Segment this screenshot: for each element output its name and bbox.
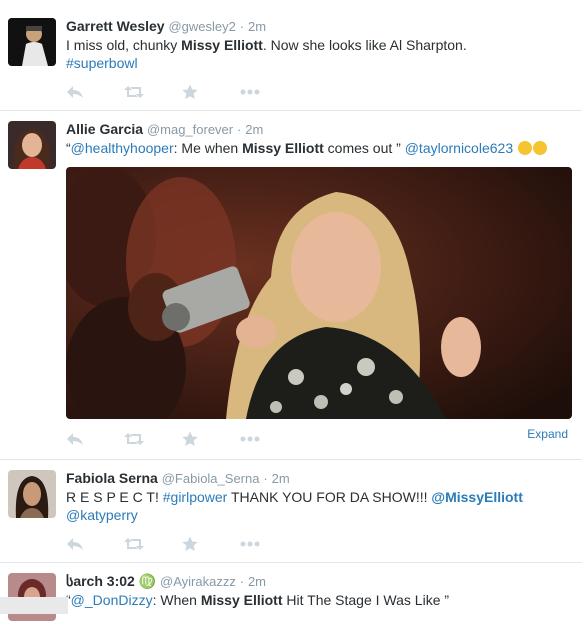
text-segment: R E S P E C T!	[66, 489, 163, 505]
expand-link[interactable]: Expand	[527, 427, 568, 441]
more-icon	[240, 541, 260, 547]
more-button[interactable]	[240, 534, 298, 554]
author-name[interactable]: Fabiola Serna	[66, 470, 158, 486]
text-highlight: Missy Elliott	[242, 140, 324, 156]
text-segment: . Now she looks like Al Sharpton.	[262, 37, 467, 53]
separator: ·	[239, 19, 245, 34]
avatar[interactable]	[8, 18, 56, 66]
reply-icon	[67, 86, 83, 98]
retweet-icon	[124, 433, 144, 445]
text-segment: comes out ”	[323, 140, 405, 156]
tweet-photo[interactable]	[66, 167, 572, 419]
timestamp[interactable]: 2m	[245, 122, 263, 137]
tweet-text: I miss old, chunky Missy Elliott. Now sh…	[66, 36, 574, 72]
tweet-text: “@_DonDizzy: When Missy Elliott Hit The …	[66, 591, 574, 609]
more-icon	[240, 89, 260, 95]
separator: ·	[263, 471, 268, 486]
more-button[interactable]	[240, 82, 298, 102]
retweet-icon	[124, 86, 144, 98]
text-segment: Hit The Stage I Was Like ”	[282, 592, 450, 608]
text-segment: : When	[152, 592, 201, 608]
mention-link[interactable]: @healthyhooper	[71, 140, 174, 156]
avatar[interactable]	[8, 121, 56, 169]
more-icon	[240, 436, 260, 442]
timestamp[interactable]: 2m	[248, 19, 266, 34]
author-name[interactable]: Allie Garcia	[66, 121, 143, 137]
retweet-button[interactable]	[124, 429, 182, 449]
laughing-emoji-icon	[518, 141, 532, 155]
author-handle[interactable]: @Ayirakazzz	[160, 574, 236, 589]
favorite-button[interactable]	[182, 534, 240, 554]
hashtag-link[interactable]: #girlpower	[163, 489, 228, 505]
reply-icon	[67, 538, 83, 550]
avatar[interactable]	[8, 470, 56, 518]
hashtag-link[interactable]: #superbowl	[66, 55, 138, 71]
retweet-button[interactable]	[124, 534, 182, 554]
author-handle[interactable]: @Fabiola_Serna	[162, 471, 260, 486]
author-name[interactable]: სarch 3:02 ♍	[66, 573, 156, 589]
favorite-icon	[182, 536, 198, 551]
author-handle[interactable]: @mag_forever	[147, 122, 233, 137]
reply-button[interactable]	[66, 429, 124, 449]
separator: ·	[237, 122, 242, 137]
tweet-garrett-wesley[interactable]: Garrett Wesley @gwesley2 · 2m I miss old…	[0, 8, 582, 111]
mention-link[interactable]: @katyperry	[66, 507, 138, 523]
text-segment: : Me when	[173, 140, 243, 156]
tweet-ayirakazzz[interactable]: სarch 3:02 ♍ @Ayirakazzz · 2m “@_DonDizz…	[0, 563, 582, 621]
text-segment: I miss old, chunky	[66, 37, 182, 53]
reply-icon	[67, 433, 83, 445]
favorite-icon	[182, 431, 198, 446]
timestamp[interactable]: 2m	[248, 574, 266, 589]
tweet-text: “@healthyhooper: Me when Missy Elliott c…	[66, 139, 574, 157]
reply-button[interactable]	[66, 82, 124, 102]
overlay-panel	[0, 597, 68, 614]
retweet-icon	[124, 538, 144, 550]
text-highlight: Missy Elliott	[181, 37, 263, 53]
grimace-emoji-icon	[533, 141, 547, 155]
separator: ·	[239, 574, 245, 589]
mention-link[interactable]: @_DonDizzy	[71, 592, 153, 608]
author-name[interactable]: Garrett Wesley	[66, 18, 165, 34]
tweet-text: R E S P E C T! #girlpower THANK YOU FOR …	[66, 488, 574, 524]
favorite-button[interactable]	[182, 429, 240, 449]
text-highlight: Missy Elliott	[200, 592, 283, 608]
more-button[interactable]	[240, 429, 298, 449]
reply-button[interactable]	[66, 534, 124, 554]
author-handle[interactable]: @gwesley2	[168, 19, 235, 34]
retweet-button[interactable]	[124, 82, 182, 102]
favorite-button[interactable]	[182, 82, 240, 102]
favorite-icon	[182, 84, 198, 99]
mention-link[interactable]: @taylornicole623	[405, 140, 513, 156]
text-segment: THANK YOU FOR DA SHOW!!!	[227, 489, 432, 505]
mention-link[interactable]: @MissyElliott	[431, 489, 522, 505]
tweet-fabiola-serna[interactable]: Fabiola Serna @Fabiola_Serna · 2m R E S …	[0, 460, 582, 563]
tweet-allie-garcia[interactable]: Allie Garcia @mag_forever · 2m “@healthy…	[0, 111, 582, 460]
timestamp[interactable]: 2m	[272, 471, 290, 486]
